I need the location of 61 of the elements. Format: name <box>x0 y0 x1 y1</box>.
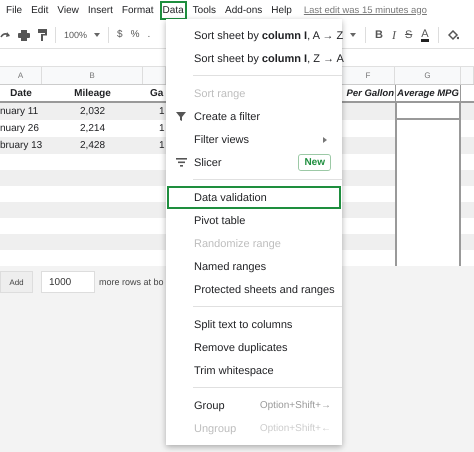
menu-item[interactable]: Insert <box>84 0 116 20</box>
menu-item[interactable]: Data validation <box>167 186 341 209</box>
rows-input-field[interactable]: 1000 <box>41 271 95 293</box>
column-header[interactable]: A <box>18 71 24 80</box>
menu-item[interactable]: Add-ons <box>222 0 266 20</box>
header-cell-text: Per Gallon <box>345 86 395 100</box>
caret-icon[interactable] <box>94 33 100 37</box>
menu-item[interactable]: Slicer New <box>167 151 341 174</box>
menu-item[interactable]: Help <box>268 0 295 20</box>
filter-icon[interactable] <box>176 112 187 121</box>
strikethrough-button[interactable]: S <box>404 29 412 41</box>
menu-item[interactable]: Split text to columns <box>167 313 341 336</box>
menu-item[interactable]: Named ranges <box>167 255 341 278</box>
add-button[interactable]: Add <box>0 271 33 293</box>
menu-item[interactable]: Edit <box>28 0 52 20</box>
table-cell-text: 2,032 <box>78 105 106 119</box>
table-cell-text: bruary 13 <box>0 139 42 153</box>
menu-item[interactable]: File <box>3 0 26 20</box>
percent-button[interactable]: % <box>130 29 140 41</box>
paint-format-icon[interactable] <box>38 29 47 41</box>
text-color-button[interactable]: A <box>421 28 429 42</box>
column-header[interactable]: B <box>89 71 95 80</box>
menu-item[interactable]: Trim whitespace <box>167 359 341 382</box>
menu-item[interactable]: Filter views <box>167 128 341 151</box>
table-cell-text: 1 <box>158 122 166 136</box>
bold-button[interactable]: B <box>375 29 383 41</box>
table-cell <box>395 120 461 137</box>
table-cell-text: 2,428 <box>78 139 106 153</box>
decimal-button[interactable]: . <box>148 29 150 41</box>
italic-button[interactable]: I <box>392 29 396 41</box>
fill-color-icon[interactable] <box>448 30 459 40</box>
new-badge: New <box>298 154 331 171</box>
zoom-dropdown[interactable]: 100% <box>64 30 100 40</box>
menu-item[interactable]: Remove duplicates <box>167 336 341 359</box>
last-edit-link[interactable]: Last edit was 15 minutes ago <box>304 4 427 16</box>
header-cell-text: Ga <box>149 86 164 100</box>
table-cell-text: nuary 26 <box>0 122 40 136</box>
header-cell-text: Mileage <box>73 86 112 100</box>
submenu-arrow-icon[interactable] <box>323 136 327 142</box>
header-cell: Average MPG <box>395 85 461 101</box>
menu-item[interactable]: Pivot table <box>167 209 341 232</box>
slicer-icon[interactable] <box>176 158 187 167</box>
table-cell-text: 1 <box>158 139 166 153</box>
menu-item[interactable]: Format <box>118 0 157 20</box>
table-cell-text: nuary 11 <box>0 105 40 119</box>
menu-item[interactable]: Group Option+Shift+→ <box>167 394 341 417</box>
column-header[interactable]: G <box>424 71 431 80</box>
menu-item[interactable]: Sort sheet by column I, A → Z <box>167 24 341 47</box>
column-header[interactable]: F <box>366 71 370 80</box>
shortcut-text: Option+Shift+→ <box>260 400 331 411</box>
menu-item[interactable]: Protected sheets and ranges <box>167 278 341 301</box>
menu-item[interactable]: Tools <box>190 0 220 20</box>
menu-item[interactable]: View <box>54 0 82 20</box>
menu-item[interactable]: Create a filter <box>167 105 341 128</box>
add-rows-label: more rows at bo <box>99 276 164 289</box>
header-cell-text: Date <box>9 86 33 100</box>
table-cell-text: 1 <box>158 105 166 119</box>
currency-button[interactable]: $ <box>117 29 123 41</box>
redo-icon[interactable] <box>0 31 10 39</box>
caret-icon[interactable] <box>350 33 356 37</box>
table-cell-text: 2,214 <box>78 122 106 136</box>
